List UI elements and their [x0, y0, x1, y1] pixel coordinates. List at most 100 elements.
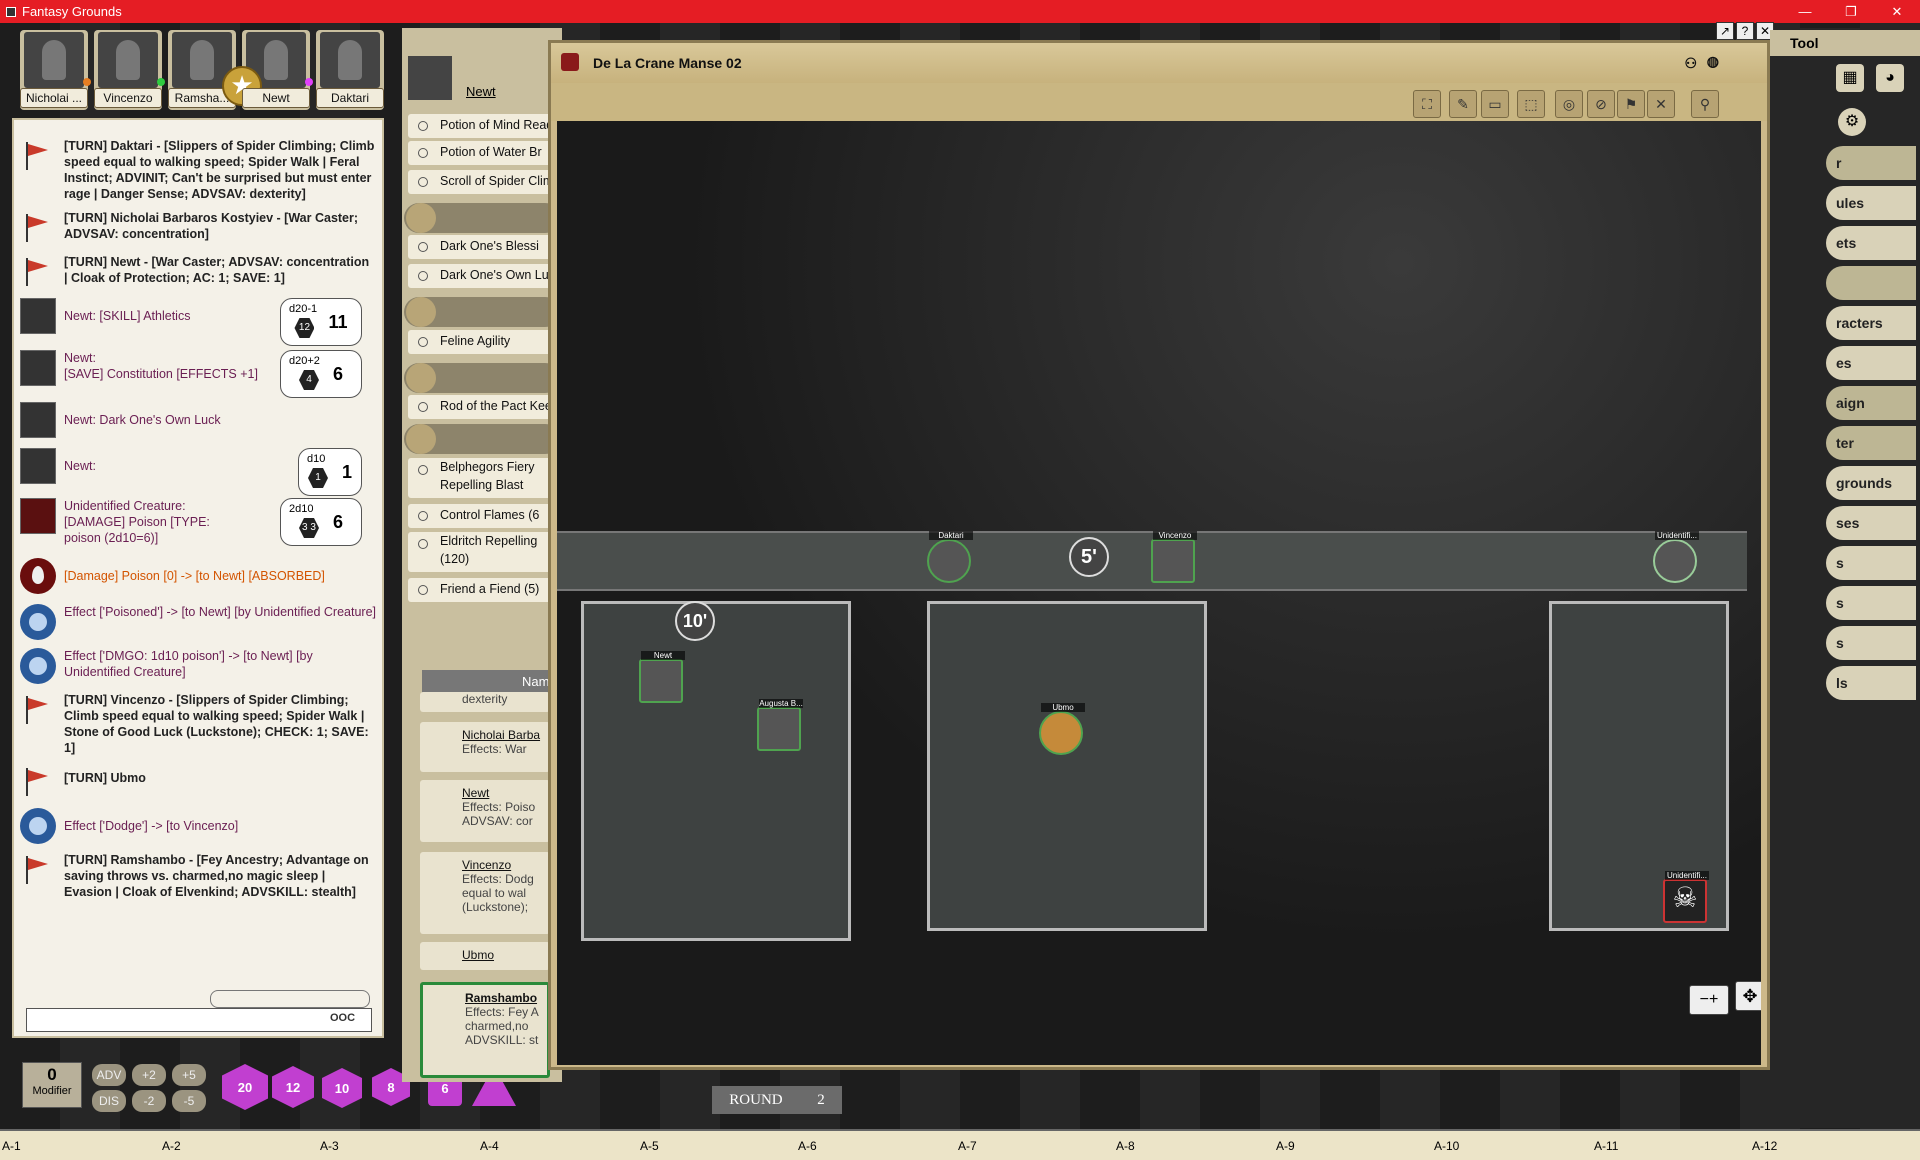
- sidebar-item[interactable]: es: [1826, 346, 1916, 380]
- plus5-button[interactable]: +5: [172, 1064, 206, 1086]
- hotkey-slot[interactable]: A-5: [640, 1139, 659, 1153]
- inventory-item[interactable]: Potion of Water Br: [408, 141, 558, 165]
- hotkey-slot[interactable]: A-9: [1276, 1139, 1295, 1153]
- power-item[interactable]: Eldritch Repelling (120): [408, 532, 558, 572]
- power-group-header[interactable]: [404, 424, 560, 454]
- restore-button[interactable]: ❐: [1828, 0, 1874, 23]
- power-group-header[interactable]: [404, 203, 560, 233]
- sheet-name[interactable]: Newt: [466, 84, 496, 99]
- hotkey-slot[interactable]: A-8: [1116, 1139, 1135, 1153]
- chat-window[interactable]: [TURN] Daktari - [Slippers of Spider Cli…: [12, 118, 384, 1038]
- hotkey-slot[interactable]: A-2: [162, 1139, 181, 1153]
- sidebar-item[interactable]: ses: [1826, 506, 1916, 540]
- power-item[interactable]: Dark One's Own Luc: [408, 264, 558, 288]
- sidebar-item[interactable]: aign: [1826, 386, 1916, 420]
- power-item[interactable]: Control Flames (6: [408, 504, 558, 528]
- paint-icon[interactable]: ✎: [1449, 90, 1477, 118]
- select-icon[interactable]: ⬚: [1517, 90, 1545, 118]
- sidebar-item[interactable]: s: [1826, 546, 1916, 580]
- power-item[interactable]: Belphegors Fiery Repelling Blast: [408, 458, 558, 498]
- recenter-icon[interactable]: ✥: [1735, 981, 1761, 1011]
- lock-icon[interactable]: ◍: [1707, 53, 1719, 70]
- token-newt[interactable]: Newt: [639, 651, 685, 703]
- minus2-button[interactable]: -2: [132, 1090, 166, 1112]
- modifier-box[interactable]: 0 Modifier: [22, 1062, 82, 1108]
- power-item[interactable]: Rod of the Pact Keep: [408, 395, 558, 419]
- power-item[interactable]: Dark One's Blessi: [408, 235, 558, 259]
- fullscreen-icon[interactable]: ⛶: [1413, 90, 1441, 118]
- ct-row[interactable]: dexterity: [420, 692, 550, 712]
- ooc-button[interactable]: OOC: [330, 1012, 355, 1024]
- sidebar-item[interactable]: ules: [1826, 186, 1916, 220]
- plus2-button[interactable]: +2: [132, 1064, 166, 1086]
- close-button[interactable]: ✕: [1874, 0, 1920, 23]
- sidebar-item[interactable]: ter: [1826, 426, 1916, 460]
- flag-icon[interactable]: ⚑: [1617, 90, 1645, 118]
- inventory-item[interactable]: Scroll of Spider Clim: [408, 170, 558, 194]
- token-ubmo[interactable]: Ubmo: [1039, 703, 1085, 755]
- pin-icon[interactable]: ⚲: [1691, 90, 1719, 118]
- chat-input[interactable]: [26, 1008, 372, 1032]
- inventory-item[interactable]: Potion of Mind Read: [408, 114, 558, 138]
- hotkey-slot[interactable]: A-12: [1752, 1139, 1777, 1153]
- ct-row[interactable]: Nicholai Barba Effects: War: [420, 722, 550, 772]
- hotkey-slot[interactable]: A-6: [798, 1139, 817, 1153]
- palette-icon[interactable]: ◕: [1876, 64, 1904, 92]
- adv-button[interactable]: ADV: [92, 1064, 126, 1086]
- hotkey-slot[interactable]: A-7: [958, 1139, 977, 1153]
- hotkey-slot[interactable]: A-11: [1594, 1139, 1618, 1153]
- chat-message: [TURN] Nicholai Barbaros Kostyiev - [War…: [64, 211, 359, 241]
- help-icon[interactable]: ?: [1736, 22, 1754, 40]
- sidebar-item[interactable]: r: [1826, 146, 1916, 180]
- hotkey-slot[interactable]: A-4: [480, 1139, 499, 1153]
- power-item[interactable]: Friend a Fiend (5): [408, 578, 558, 602]
- expand-icon[interactable]: ↗: [1716, 22, 1734, 40]
- chat-message: Newt: [SKILL] Athletics: [64, 309, 191, 323]
- map-canvas[interactable]: 5' 10' Daktari Vincenzo Unidentifi... Ne…: [557, 121, 1761, 1065]
- ct-row[interactable]: Vincenzo Effects: Dodg equal to wal (Luck…: [420, 852, 550, 934]
- sidebar-item[interactable]: racters: [1826, 306, 1916, 340]
- gear-icon[interactable]: ⚙: [1838, 108, 1866, 136]
- skull-icon[interactable]: Unidentifi... ☠: [1663, 871, 1709, 923]
- hotkey-slot[interactable]: A-10: [1434, 1139, 1459, 1153]
- mask-icon[interactable]: ⊘: [1587, 90, 1615, 118]
- hotkey-slot[interactable]: A-1: [2, 1139, 21, 1153]
- sidebar-item[interactable]: s: [1826, 586, 1916, 620]
- chat-message: Effect ['DMGO: 1d10 poison'] -> [to Newt…: [64, 649, 313, 679]
- dis-button[interactable]: DIS: [92, 1090, 126, 1112]
- power-group-header[interactable]: [404, 297, 560, 327]
- minus5-button[interactable]: -5: [172, 1090, 206, 1112]
- map-window[interactable]: De La Crane Manse 02 ⚇ ◍ ⛶ ✎ ▭ ⬚ ◎ ⊘ ⚑ ✕…: [548, 40, 1770, 1070]
- zoom-icon[interactable]: −+: [1689, 985, 1729, 1015]
- sidebar-item[interactable]: s: [1826, 626, 1916, 660]
- erase-icon[interactable]: ▭: [1481, 90, 1509, 118]
- portrait-daktari[interactable]: Daktari: [316, 30, 384, 110]
- target-icon[interactable]: ◎: [1555, 90, 1583, 118]
- clear-icon[interactable]: ✕: [1647, 90, 1675, 118]
- ct-row[interactable]: Ubmo: [420, 942, 550, 970]
- token-augusta[interactable]: Augusta B...: [757, 699, 803, 751]
- power-group-header[interactable]: [404, 363, 560, 393]
- portrait-newt[interactable]: ★ Newt: [222, 30, 313, 110]
- sidebar-item[interactable]: ls: [1826, 666, 1916, 700]
- sidebar-item[interactable]: ets: [1826, 226, 1916, 260]
- sidebar-item[interactable]: grounds: [1826, 466, 1916, 500]
- calendar-icon[interactable]: ▦: [1836, 64, 1864, 92]
- token-unidentified[interactable]: Unidentifi...: [1653, 531, 1699, 583]
- tool-header[interactable]: Tool: [1770, 30, 1920, 56]
- portrait-nicholai[interactable]: Nicholai ...: [20, 30, 91, 110]
- token-daktari[interactable]: Daktari: [927, 531, 973, 583]
- ct-row-active[interactable]: Ramshambo Effects: Fey A charmed,no ADVSK…: [420, 982, 550, 1078]
- minimize-button[interactable]: —: [1782, 0, 1828, 23]
- hotkey-slot[interactable]: A-3: [320, 1139, 339, 1153]
- blood-drop-icon: [20, 558, 56, 594]
- ct-row[interactable]: Newt Effects: Poiso ADVSAV: cor: [420, 780, 550, 842]
- chat-mode-dropdown[interactable]: [210, 990, 370, 1008]
- share-icon[interactable]: ⚇: [1684, 55, 1697, 72]
- chat-message: [TURN] Newt - [War Caster; ADVSAV: conce…: [64, 255, 370, 285]
- token-vincenzo[interactable]: Vincenzo: [1151, 531, 1197, 583]
- portrait-vincenzo[interactable]: Vincenzo: [94, 30, 165, 110]
- power-item[interactable]: Feline Agility: [408, 330, 558, 354]
- sidebar-item[interactable]: [1826, 266, 1916, 300]
- map-room: [581, 601, 851, 941]
